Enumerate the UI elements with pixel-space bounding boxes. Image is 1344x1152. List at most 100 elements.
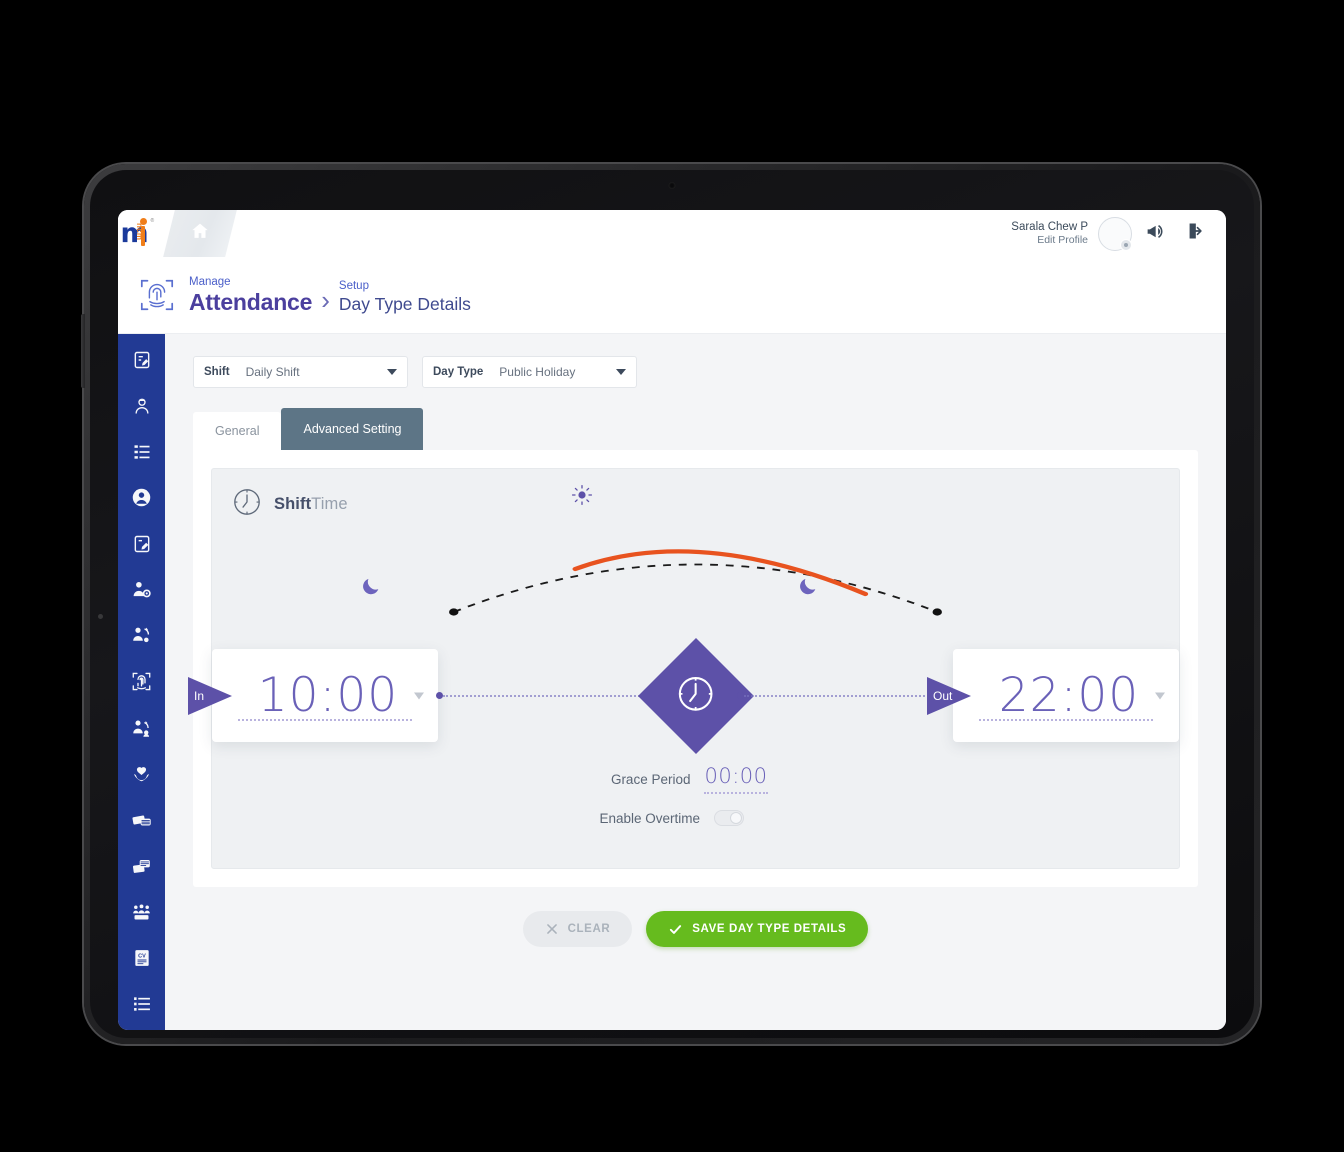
breadcrumb-page: Setup Day Type Details bbox=[339, 280, 471, 314]
edit-profile-link[interactable]: Edit Profile bbox=[1011, 234, 1088, 247]
sidebar-item-payroll[interactable] bbox=[118, 800, 165, 846]
shift-time-panel: ShiftTime In 10:00 Out 22:00 Grace Perio… bbox=[188, 468, 1180, 869]
day-type-value: Public Holiday bbox=[499, 365, 576, 379]
user-text-block: Sarala Chew P Edit Profile bbox=[1011, 220, 1088, 248]
sidebar-item-user-settings[interactable] bbox=[118, 569, 165, 615]
connector-line bbox=[743, 694, 948, 697]
svg-text:CV: CV bbox=[138, 954, 146, 960]
chevron-down-icon bbox=[387, 369, 397, 375]
toggle-knob bbox=[730, 812, 742, 825]
clear-button[interactable]: CLEAR bbox=[522, 911, 633, 947]
arc-end-dot bbox=[932, 608, 942, 616]
cv-document-icon: CV bbox=[132, 948, 152, 973]
check-icon bbox=[668, 922, 683, 937]
time-out-card[interactable]: Out 22:00 bbox=[927, 649, 1179, 742]
shift-select[interactable]: Shift Daily Shift bbox=[193, 356, 408, 388]
chevron-down-icon[interactable] bbox=[414, 692, 424, 699]
user-move-icon bbox=[131, 718, 152, 744]
sidebar-item-user-move[interactable] bbox=[118, 708, 165, 754]
arc-shift-highlight bbox=[572, 549, 869, 597]
time-out-underline bbox=[979, 719, 1153, 721]
device-side-dot bbox=[98, 614, 103, 619]
logo-hcm-text: hcm bbox=[134, 222, 144, 240]
user-menu[interactable]: Sarala Chew P Edit Profile bbox=[1011, 210, 1226, 257]
out-flag: Out bbox=[927, 676, 973, 715]
app-logo[interactable]: m hcm ® bbox=[118, 210, 165, 257]
sidebar-item-profile[interactable] bbox=[118, 477, 165, 523]
time-in-value: 10:00 bbox=[257, 668, 399, 723]
grace-period-value[interactable]: 00:00 bbox=[704, 764, 768, 795]
form-edit-icon bbox=[132, 350, 152, 375]
connector-left bbox=[436, 692, 655, 699]
money-cards-icon bbox=[131, 809, 153, 836]
save-button-label: SAVE DAY TYPE DETAILS bbox=[692, 923, 847, 935]
sidebar-item-training[interactable] bbox=[118, 892, 165, 938]
time-out-value: 22:00 bbox=[998, 668, 1140, 723]
sidebar-item-claims[interactable] bbox=[118, 846, 165, 892]
moon-icon bbox=[360, 575, 382, 602]
connector-line bbox=[443, 694, 648, 697]
user-gear-icon bbox=[131, 579, 152, 605]
checklist-icon bbox=[132, 442, 152, 467]
time-in-card[interactable]: In 10:00 bbox=[188, 649, 438, 742]
close-x-icon bbox=[545, 922, 559, 936]
fingerprint-scan-icon bbox=[138, 276, 176, 314]
sidebar-item-notes[interactable] bbox=[118, 523, 165, 569]
avatar-status-badge bbox=[1120, 238, 1132, 251]
sidebar-item-employee[interactable] bbox=[118, 385, 165, 431]
sidebar-item-checklist[interactable] bbox=[118, 431, 165, 477]
main-content: Shift Daily Shift Day Type Public Holida… bbox=[165, 334, 1226, 1030]
top-bar-spacer bbox=[231, 210, 1011, 257]
day-arc-graphic bbox=[212, 477, 1179, 637]
device-side-button bbox=[81, 314, 85, 388]
settings-card: ShiftTime In 10:00 Out 22:00 Grace Perio… bbox=[188, 450, 1198, 887]
breadcrumb-section-title: Attendance bbox=[189, 288, 313, 315]
grace-period-row: Grace Period 00:00 bbox=[212, 764, 1179, 795]
breadcrumb-section-label: Manage bbox=[189, 276, 231, 289]
time-in-underline bbox=[238, 719, 412, 721]
hands-heart-icon bbox=[131, 764, 152, 790]
breadcrumb-section[interactable]: Manage Attendance bbox=[189, 276, 312, 314]
breadcrumb: Manage Attendance › Setup Day Type Detai… bbox=[118, 257, 1226, 334]
sidebar-item-benefits[interactable] bbox=[118, 754, 165, 800]
avatar[interactable] bbox=[1098, 216, 1132, 251]
connector-right bbox=[736, 692, 955, 699]
announcements-button[interactable] bbox=[1138, 217, 1172, 251]
page-title: Day Type Details bbox=[338, 293, 471, 314]
arc-svg bbox=[449, 549, 942, 616]
tablet-device-frame: m hcm ® Sarala Chew P Edit Profile Manag… bbox=[81, 164, 1260, 1044]
employee-icon bbox=[132, 396, 152, 421]
training-group-icon bbox=[131, 902, 152, 928]
day-type-select[interactable]: Day Type Public Holiday bbox=[422, 356, 637, 388]
sidebar-item-reports[interactable] bbox=[118, 984, 165, 1030]
screenshot-root: m hcm ® Sarala Chew P Edit Profile Manag… bbox=[0, 0, 1344, 1152]
megaphone-icon bbox=[1145, 221, 1166, 247]
connector-dot bbox=[436, 692, 443, 699]
arc-start-dot bbox=[449, 608, 459, 616]
shift-value: Daily Shift bbox=[245, 365, 300, 379]
enable-overtime-toggle[interactable] bbox=[714, 810, 744, 827]
sidebar-item-user-transfer[interactable] bbox=[118, 615, 165, 661]
sidebar-item-form-edit[interactable] bbox=[118, 339, 165, 385]
logout-button[interactable] bbox=[1178, 217, 1212, 251]
tab-general[interactable]: General bbox=[193, 412, 282, 450]
sidebar-item-attendance[interactable] bbox=[118, 661, 165, 707]
breadcrumb-page-label: Setup bbox=[338, 280, 369, 293]
sidebar-item-resume[interactable]: CV bbox=[118, 938, 165, 984]
arc-dashed-track bbox=[453, 563, 938, 613]
app-screen: m hcm ® Sarala Chew P Edit Profile Manag… bbox=[118, 210, 1226, 1030]
fingerprint-scan-icon bbox=[131, 671, 152, 697]
in-flag-label: In bbox=[194, 688, 205, 703]
home-button[interactable] bbox=[163, 210, 237, 257]
report-list-icon bbox=[132, 994, 152, 1019]
body-wrapper: CV Shift Daily Shift Day Type Public Hol… bbox=[118, 334, 1226, 1030]
connector-dot bbox=[736, 692, 744, 699]
enable-overtime-row: Enable Overtime bbox=[212, 810, 1179, 827]
top-bar: m hcm ® Sarala Chew P Edit Profile bbox=[118, 210, 1226, 257]
enable-overtime-label: Enable Overtime bbox=[599, 810, 700, 826]
save-day-type-details-button[interactable]: SAVE DAY TYPE DETAILS bbox=[646, 911, 869, 947]
user-transfer-icon bbox=[131, 625, 152, 651]
tab-advanced-setting[interactable]: Advanced Setting bbox=[281, 408, 424, 450]
sun-icon bbox=[570, 483, 594, 512]
chevron-down-icon[interactable] bbox=[1155, 692, 1165, 699]
